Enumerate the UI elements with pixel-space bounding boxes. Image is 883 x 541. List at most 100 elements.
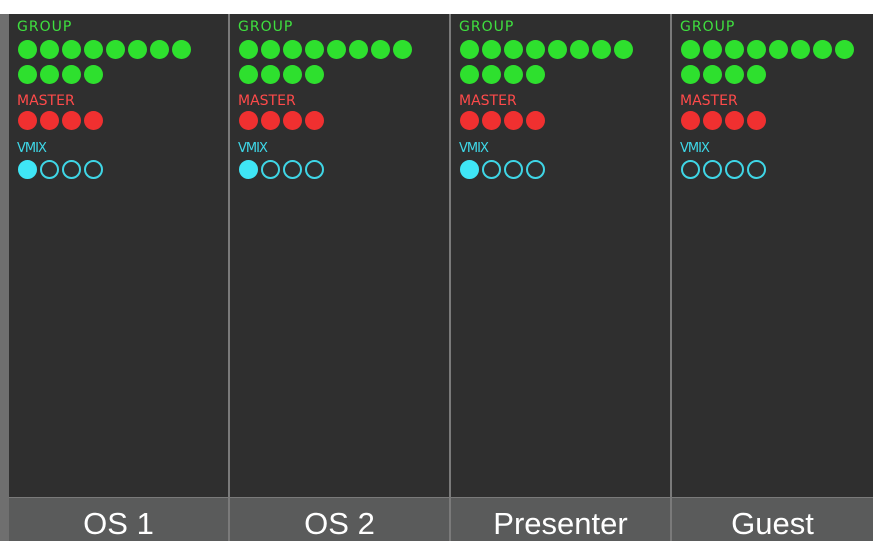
- group-4-indicator[interactable]: [747, 40, 766, 59]
- group-11-indicator[interactable]: [283, 65, 302, 84]
- group-10-indicator[interactable]: [261, 65, 280, 84]
- group-4-indicator[interactable]: [84, 40, 103, 59]
- group-10-indicator[interactable]: [40, 65, 59, 84]
- vmix-1-indicator[interactable]: [681, 160, 700, 179]
- vmix-4-indicator[interactable]: [84, 160, 103, 179]
- window-edge: [873, 14, 883, 541]
- group-3-indicator[interactable]: [62, 40, 81, 59]
- channel-name[interactable]: Guest: [672, 497, 873, 541]
- group-9-indicator[interactable]: [239, 65, 258, 84]
- group-5-indicator[interactable]: [769, 40, 788, 59]
- group-8-indicator[interactable]: [614, 40, 633, 59]
- master-2-indicator[interactable]: [261, 111, 280, 130]
- group-11-indicator[interactable]: [62, 65, 81, 84]
- group-10-indicator[interactable]: [482, 65, 501, 84]
- group-9-indicator[interactable]: [681, 65, 700, 84]
- channel-body: GROUP MASTER VMIX: [9, 14, 228, 498]
- group-1-indicator[interactable]: [681, 40, 700, 59]
- master-4-indicator[interactable]: [84, 111, 103, 130]
- master-row: [460, 111, 548, 132]
- group-11-indicator[interactable]: [725, 65, 744, 84]
- channel-strip: GROUP MASTER VMIX Guest: [672, 14, 873, 541]
- group-12-indicator[interactable]: [84, 65, 103, 84]
- group-6-indicator[interactable]: [570, 40, 589, 59]
- vmix-1-indicator[interactable]: [239, 160, 258, 179]
- vmix-label: VMIX: [680, 141, 710, 156]
- group-3-indicator[interactable]: [504, 40, 523, 59]
- vmix-3-indicator[interactable]: [62, 160, 81, 179]
- vmix-2-indicator[interactable]: [482, 160, 501, 179]
- group-1-indicator[interactable]: [460, 40, 479, 59]
- channel-strip: GROUP MASTER VMIX OS 2: [230, 14, 449, 541]
- group-row-2: [18, 65, 106, 86]
- vmix-2-indicator[interactable]: [261, 160, 280, 179]
- master-1-indicator[interactable]: [681, 111, 700, 130]
- group-4-indicator[interactable]: [526, 40, 545, 59]
- vmix-1-indicator[interactable]: [460, 160, 479, 179]
- group-row-2: [239, 65, 327, 86]
- vmix-3-indicator[interactable]: [504, 160, 523, 179]
- master-label: MASTER: [680, 93, 738, 109]
- group-7-indicator[interactable]: [150, 40, 169, 59]
- group-7-indicator[interactable]: [371, 40, 390, 59]
- group-6-indicator[interactable]: [349, 40, 368, 59]
- master-label: MASTER: [238, 93, 296, 109]
- group-10-indicator[interactable]: [703, 65, 722, 84]
- vmix-3-indicator[interactable]: [725, 160, 744, 179]
- master-4-indicator[interactable]: [526, 111, 545, 130]
- channel-name[interactable]: Presenter: [451, 497, 670, 541]
- group-row-1: [460, 40, 636, 61]
- master-1-indicator[interactable]: [239, 111, 258, 130]
- master-2-indicator[interactable]: [703, 111, 722, 130]
- vmix-4-indicator[interactable]: [526, 160, 545, 179]
- vmix-label: VMIX: [238, 141, 268, 156]
- channel-name[interactable]: OS 1: [9, 497, 228, 541]
- vmix-1-indicator[interactable]: [18, 160, 37, 179]
- master-2-indicator[interactable]: [482, 111, 501, 130]
- group-6-indicator[interactable]: [128, 40, 147, 59]
- master-2-indicator[interactable]: [40, 111, 59, 130]
- group-7-indicator[interactable]: [592, 40, 611, 59]
- group-5-indicator[interactable]: [106, 40, 125, 59]
- group-label: GROUP: [238, 19, 294, 35]
- group-2-indicator[interactable]: [40, 40, 59, 59]
- vmix-2-indicator[interactable]: [40, 160, 59, 179]
- vmix-4-indicator[interactable]: [747, 160, 766, 179]
- group-1-indicator[interactable]: [239, 40, 258, 59]
- group-2-indicator[interactable]: [261, 40, 280, 59]
- group-1-indicator[interactable]: [18, 40, 37, 59]
- group-8-indicator[interactable]: [172, 40, 191, 59]
- channel-name[interactable]: OS 2: [230, 497, 449, 541]
- group-12-indicator[interactable]: [526, 65, 545, 84]
- group-11-indicator[interactable]: [504, 65, 523, 84]
- group-4-indicator[interactable]: [305, 40, 324, 59]
- group-5-indicator[interactable]: [548, 40, 567, 59]
- group-8-indicator[interactable]: [393, 40, 412, 59]
- group-12-indicator[interactable]: [747, 65, 766, 84]
- group-6-indicator[interactable]: [791, 40, 810, 59]
- group-7-indicator[interactable]: [813, 40, 832, 59]
- group-8-indicator[interactable]: [835, 40, 854, 59]
- master-row: [681, 111, 769, 132]
- group-9-indicator[interactable]: [18, 65, 37, 84]
- group-3-indicator[interactable]: [283, 40, 302, 59]
- group-2-indicator[interactable]: [703, 40, 722, 59]
- master-3-indicator[interactable]: [62, 111, 81, 130]
- master-3-indicator[interactable]: [504, 111, 523, 130]
- group-5-indicator[interactable]: [327, 40, 346, 59]
- master-3-indicator[interactable]: [725, 111, 744, 130]
- group-9-indicator[interactable]: [460, 65, 479, 84]
- group-3-indicator[interactable]: [725, 40, 744, 59]
- vmix-3-indicator[interactable]: [283, 160, 302, 179]
- master-4-indicator[interactable]: [305, 111, 324, 130]
- vmix-row: [239, 160, 327, 181]
- vmix-4-indicator[interactable]: [305, 160, 324, 179]
- master-1-indicator[interactable]: [460, 111, 479, 130]
- master-1-indicator[interactable]: [18, 111, 37, 130]
- group-2-indicator[interactable]: [482, 40, 501, 59]
- master-4-indicator[interactable]: [747, 111, 766, 130]
- master-3-indicator[interactable]: [283, 111, 302, 130]
- group-row-1: [681, 40, 857, 61]
- vmix-2-indicator[interactable]: [703, 160, 722, 179]
- group-12-indicator[interactable]: [305, 65, 324, 84]
